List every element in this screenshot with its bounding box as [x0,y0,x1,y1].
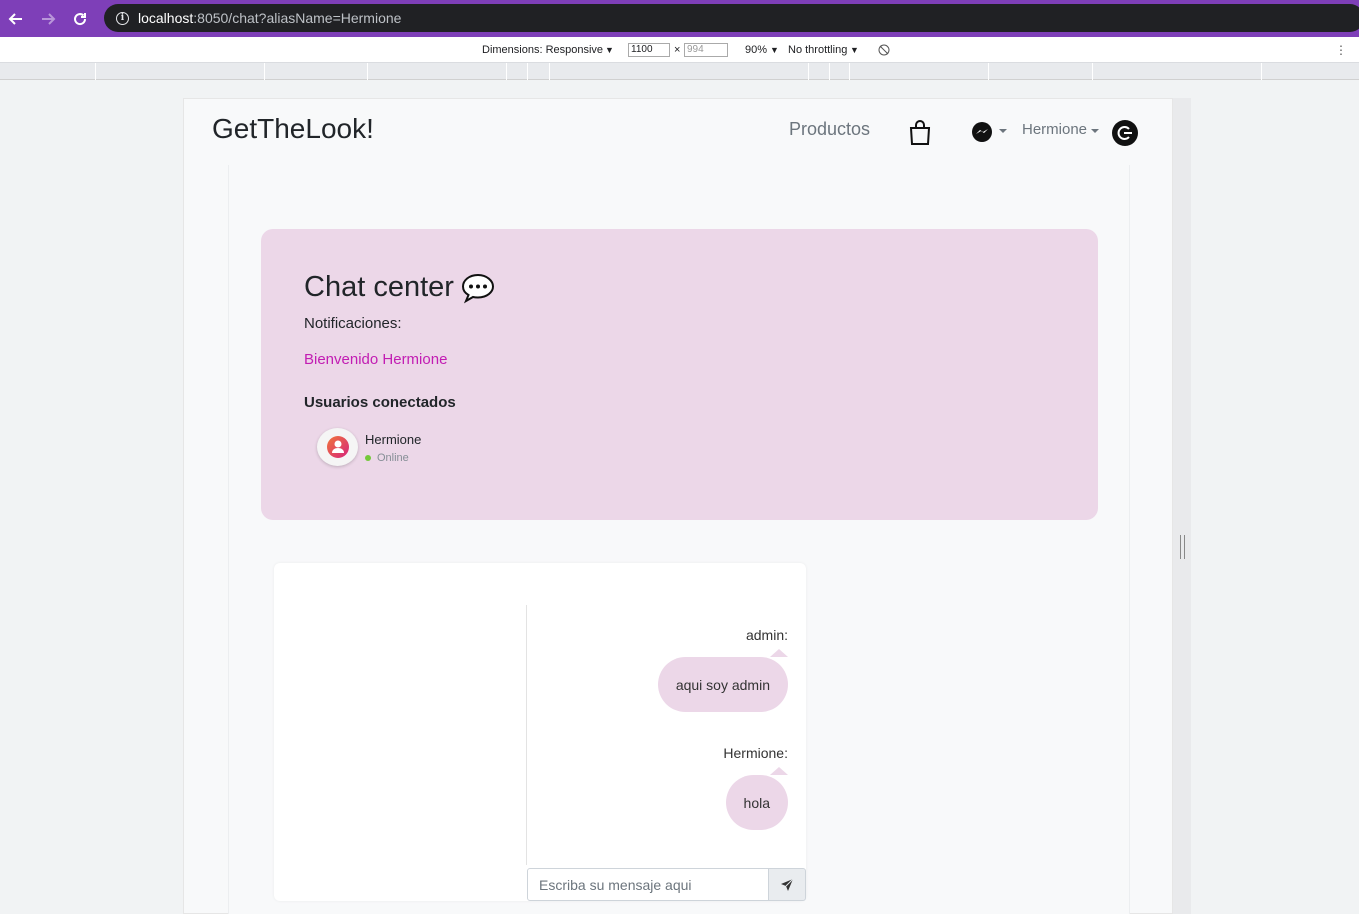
nav-link-products[interactable]: Productos [789,119,870,140]
width-input[interactable]: 1100 [628,43,670,57]
forward-button[interactable] [32,0,64,37]
welcome-notification: Bienvenido Hermione [304,351,448,368]
back-button[interactable] [0,0,32,37]
logout-icon[interactable] [1112,120,1138,146]
media-query-ruler [0,63,1359,80]
message-sender: admin: [745,627,788,643]
message-pointer [770,767,788,775]
height-input[interactable]: 994 [684,43,728,57]
avatar [317,428,358,466]
brand-logo[interactable]: GetTheLook! [212,113,374,145]
devtools-device-toolbar: Dimensions: Responsive ▼ 1100 × 994 90% … [0,37,1359,63]
message-sender: Hermione: [723,745,788,761]
reload-button[interactable] [64,0,96,37]
user-caret-icon[interactable] [1091,129,1099,133]
connected-users-heading: Usuarios conectados [304,394,456,411]
zoom-caret-icon: ▼ [770,45,779,55]
arrow-right-icon [42,12,56,25]
viewport-resize-handle[interactable] [1173,98,1191,914]
speech-bubble-icon [461,273,494,303]
messenger-caret-icon[interactable] [999,129,1007,133]
chat-window: admin: aqui soy admin Hermione: hola Esc… [274,563,806,901]
page-viewport: GetTheLook! Productos Hermione Chat cent… [183,98,1173,914]
throttling-caret-icon: ▼ [850,45,859,55]
site-info-icon[interactable]: i [116,11,129,25]
send-icon [781,878,794,891]
reload-icon [74,12,87,25]
message-bubble: hola [725,775,788,830]
more-options-icon[interactable]: ⋮ [1335,43,1347,57]
site-navbar: GetTheLook! Productos Hermione [184,99,1172,165]
address-bar[interactable]: i localhost:8050/chat?aliasName=Hermione [104,4,1359,32]
message-bubble: aqui soy admin [657,657,788,712]
send-button[interactable] [768,868,806,901]
times-sign: × [674,44,681,56]
page-title: Chat center [304,271,496,304]
online-status-dot [365,455,371,461]
zoom-dropdown[interactable]: 90% [745,44,767,56]
messenger-icon[interactable] [971,121,993,143]
throttling-dropdown[interactable]: No throttling [788,44,847,56]
user-icon [326,436,349,458]
main-content: Chat center Notificaciones: Bienvenido H… [228,165,1130,914]
user-name: Hermione [365,432,422,447]
message-pointer [770,649,788,657]
chat-center-title: Chat center [304,271,454,303]
browser-toolbar: i localhost:8050/chat?aliasName=Hermione [0,0,1359,37]
chat-center-panel: Chat center Notificaciones: Bienvenido H… [261,229,1098,520]
notifications-label: Notificaciones: [304,315,402,332]
message-input[interactable]: Escriba su mensaje aqui [527,868,769,901]
dimensions-dropdown[interactable]: Dimensions: Responsive [482,44,603,56]
user-status: Online [377,452,409,464]
url-path: :8050/chat?aliasName=Hermione [193,10,402,26]
url-host: localhost [138,10,194,26]
arrow-left-icon [8,12,22,25]
shopping-bag-icon[interactable] [908,119,932,145]
resize-grip-icon[interactable] [1180,535,1185,559]
message-list[interactable]: admin: aqui soy admin Hermione: hola [526,605,806,865]
rotate-icon[interactable] [878,44,890,56]
user-menu-dropdown[interactable]: Hermione [1022,121,1087,138]
dimensions-caret-icon: ▼ [605,45,614,55]
connected-user-item[interactable]: Hermione Online [317,428,517,468]
